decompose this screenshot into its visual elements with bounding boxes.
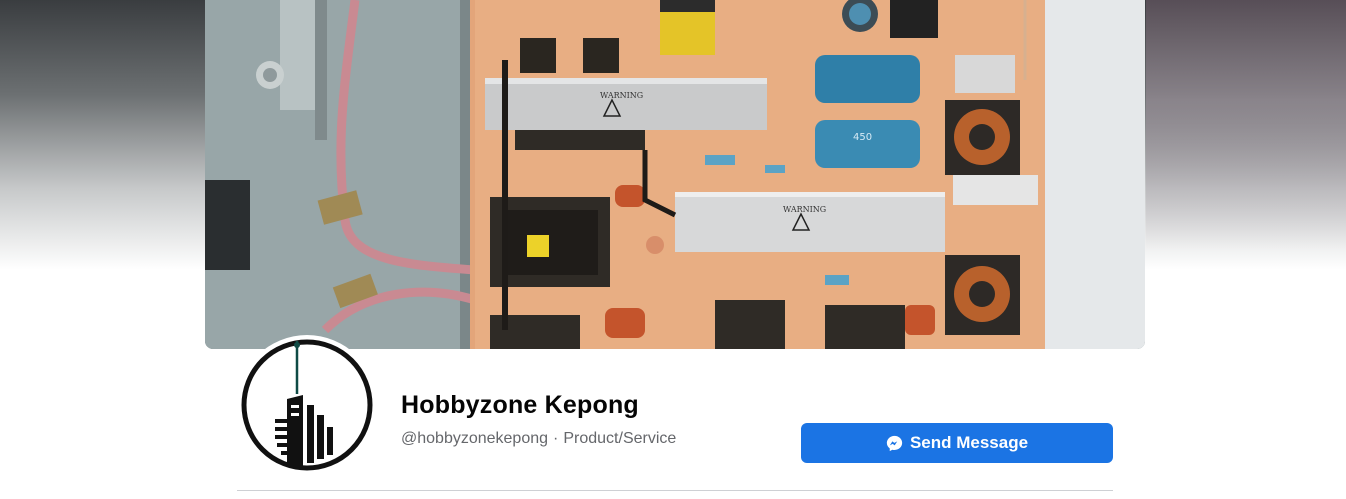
meta-separator: · — [553, 430, 559, 447]
page-category[interactable]: Product/Service — [563, 430, 676, 447]
send-message-label: Send Message — [909, 433, 1029, 452]
page-username[interactable]: @hobbyzonekepong — [401, 430, 548, 447]
header-divider — [237, 490, 1113, 491]
cover-warning-label-2: WARNING — [783, 205, 826, 214]
cover-photo-image: WARNING 450 WARNING — [205, 0, 1145, 349]
cover-photo[interactable]: WARNING 450 WARNING — [205, 0, 1145, 349]
facebook-page-header: WARNING 450 WARNING Hobbyzone Kepong @ho… — [0, 0, 1346, 499]
messenger-icon — [886, 435, 903, 452]
cover-warning-label: WARNING — [600, 91, 643, 100]
send-message-button[interactable]: Send Message — [801, 423, 1113, 463]
hobbyzone-logo — [241, 339, 373, 471]
page-title: Hobbyzone Kepong — [401, 391, 639, 419]
profile-picture[interactable] — [237, 335, 377, 475]
page-subtitle: @hobbyzonekepong · Product/Service — [401, 430, 676, 448]
profile-picture-image — [241, 339, 373, 471]
cover-capacitor-label: 450 — [853, 132, 872, 143]
